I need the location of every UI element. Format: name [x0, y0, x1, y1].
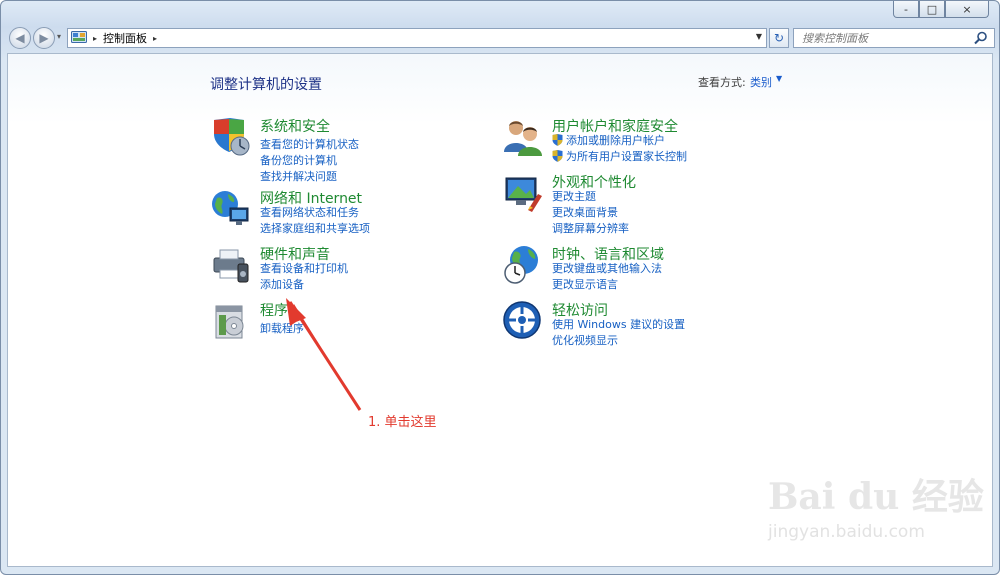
watermark: Bai du 经验 jingyan.baidu.com	[768, 468, 984, 542]
annotation-label: 1. 单击这里	[368, 415, 437, 430]
watermark-sub: jingyan.baidu.com	[768, 522, 925, 542]
watermark-main: Bai du 经验	[768, 476, 984, 518]
